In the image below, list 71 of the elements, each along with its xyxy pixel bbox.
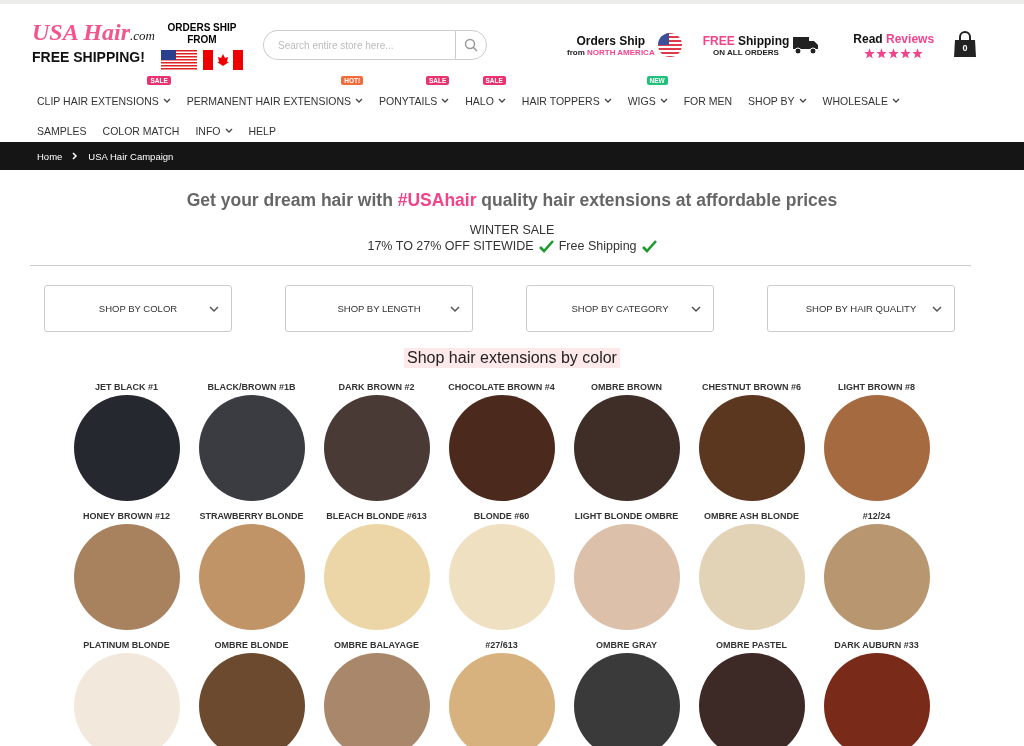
logo-tagline: FREE SHIPPING! (32, 49, 146, 65)
nav-menu-item[interactable]: WHOLESALE (822, 90, 900, 112)
truck-icon (791, 35, 820, 55)
color-swatch-label[interactable]: OMBRE BALAYAGE (334, 640, 419, 650)
filter-dropdown[interactable]: SHOP BY LENGTH (285, 285, 473, 332)
star-icon (900, 47, 912, 59)
color-swatch-label[interactable]: #27/613 (485, 640, 518, 650)
color-swatch-label[interactable]: LIGHT BLONDE OMBRE (574, 511, 679, 521)
color-swatch-label[interactable]: BLACK/BROWN #1B (207, 382, 296, 392)
star-icon (912, 47, 924, 59)
promo-subtitle: ON ALL ORDERS (713, 47, 779, 57)
checkmark-icon (641, 239, 657, 253)
promo-title: FREE Shipping (702, 33, 790, 48)
filter-dropdown[interactable]: SHOP BY COLOR (44, 285, 232, 332)
nav-menu-item[interactable]: HELP (248, 120, 276, 142)
nav-menu-item[interactable]: PERMANENT HAIR EXTENSIONS (186, 90, 364, 112)
color-swatch-label[interactable]: CHESTNUT BROWN #6 (702, 382, 801, 392)
nav-menu-item[interactable]: SAMPLES (37, 120, 87, 142)
breadcrumb-link[interactable]: USA Hair Campaign (88, 150, 174, 162)
color-swatch-label[interactable]: OMBRE PASTEL (716, 640, 787, 650)
color-swatch-label[interactable]: CHOCOLATE BROWN #4 (448, 382, 555, 392)
site-logo[interactable]: USA Hair.com FREE SHIPPING! ORDERS SHIP FROM (32, 20, 243, 70)
nav-menu-item[interactable]: CLIP HAIR EXTENSIONS (37, 90, 171, 112)
search-field[interactable]: Search entire store here... (262, 30, 455, 60)
color-swatch-label[interactable]: DARK AUBURN #33 (834, 640, 919, 650)
chevron-down-icon (932, 306, 942, 313)
chevron-down-icon (209, 306, 219, 313)
nav-menu-item[interactable]: SHOP BY (748, 90, 807, 112)
checkmark-icon (538, 239, 554, 253)
ships-from-label: ORDERS SHIP FROM (166, 22, 237, 46)
promo-title: Orders Ship (576, 33, 646, 48)
color-swatch-label[interactable]: PLATINUM BLONDE (83, 640, 170, 650)
search-icon (463, 38, 478, 52)
nav-menu-item[interactable]: WIGS (627, 90, 668, 112)
color-swatch-label[interactable]: JET BLACK #1 (95, 382, 158, 392)
filter-dropdown[interactable]: SHOP BY HAIR QUALITY (767, 285, 955, 332)
color-swatch-label[interactable]: OMBRE ASH BLONDE (703, 511, 800, 521)
promo-title: Read Reviews (853, 31, 935, 46)
color-swatch-label[interactable]: BLONDE #60 (473, 511, 530, 521)
nav-menu-item[interactable]: FOR MEN (683, 90, 733, 112)
color-swatch-label[interactable]: OMBRE BROWN (591, 382, 662, 392)
color-swatch-label[interactable]: OMBRE GRAY (595, 640, 658, 650)
filter-dropdown[interactable]: SHOP BY CATEGORY (526, 285, 714, 332)
star-icon (888, 47, 900, 59)
color-swatch-label[interactable]: OMBRE BLONDE (214, 640, 289, 650)
color-swatch-label[interactable]: #12/24 (862, 511, 891, 521)
nav-menu-item[interactable]: COLOR MATCH (102, 120, 180, 142)
logo-wordmark: USA Hair.com (32, 20, 155, 44)
nav-menu-item[interactable]: INFO (195, 120, 233, 142)
color-swatch-label[interactable]: DARK BROWN #2 (338, 382, 415, 392)
nav-menu-item[interactable]: HAIR TOPPERS (521, 90, 612, 112)
section-heading: Shop hair extensions by color (404, 348, 620, 368)
sale-offer: 17% TO 27% OFF SITEWIDE (367, 239, 534, 253)
chevron-down-icon (691, 306, 701, 313)
breadcrumb-link[interactable]: Home (37, 150, 63, 162)
star-icon (876, 47, 888, 59)
star-icon (864, 47, 876, 59)
nav-menu-item[interactable]: PONYTAILS (379, 90, 450, 112)
color-swatch-label[interactable]: HONEY BROWN #12 (83, 511, 170, 521)
color-swatch-label[interactable]: LIGHT BROWN #8 (838, 382, 915, 392)
color-swatch-label[interactable]: BLEACH BLONDE #613 (326, 511, 427, 521)
sale-title: WINTER SALE (469, 223, 555, 237)
sale-extra: Free Shipping (558, 239, 637, 253)
chevron-down-icon (450, 306, 460, 313)
nav-menu-item[interactable]: HALO (465, 90, 506, 112)
canada-flag-icon (202, 50, 243, 70)
chevron-right-icon (72, 152, 79, 160)
us-flag-icon (160, 50, 197, 70)
campaign-headline: Get your dream hair with #USAhair quality hair extensions at affordable prices (186, 190, 838, 211)
promo-subtitle: from NORTH AMERICA (566, 47, 655, 57)
color-swatch-label[interactable]: STRAWBERRY BLONDE (199, 511, 304, 521)
